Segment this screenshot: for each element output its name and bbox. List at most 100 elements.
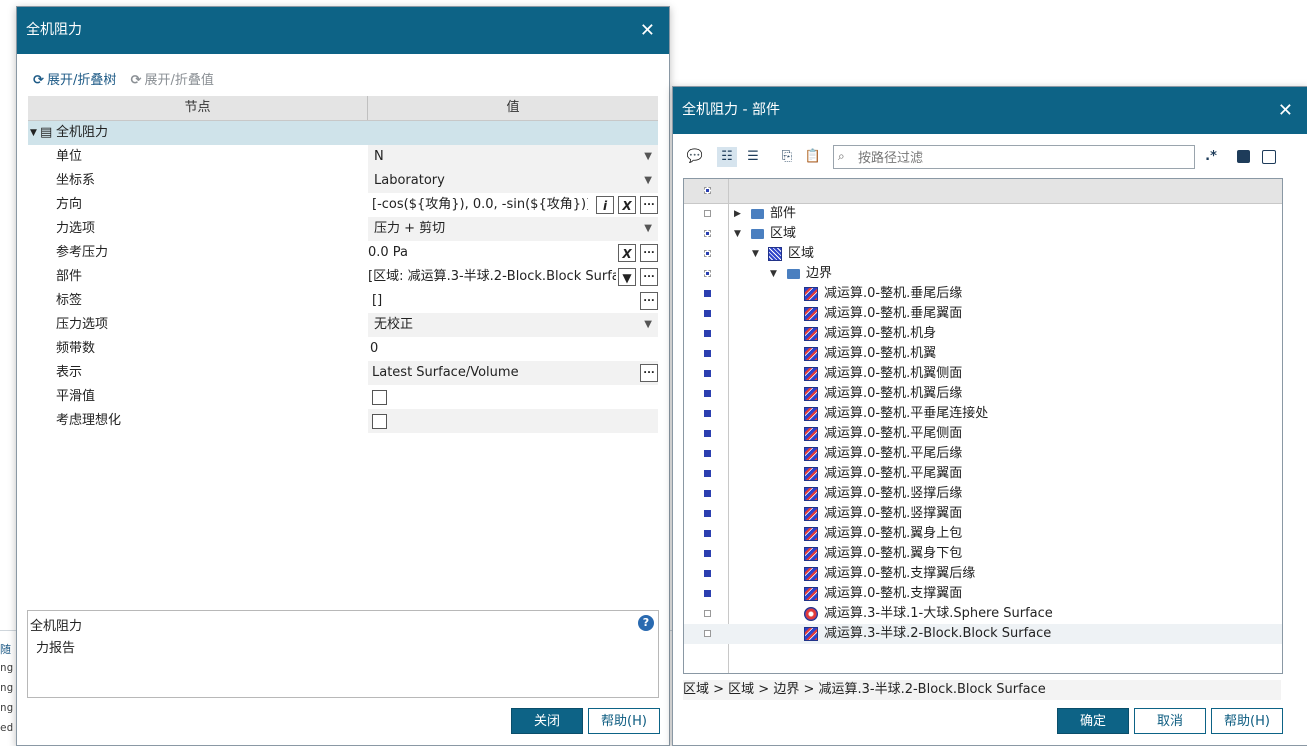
paste-icon[interactable]: 📋 bbox=[803, 147, 823, 167]
tree-node-regions[interactable]: ▼ 区域 bbox=[684, 224, 1282, 244]
ok-button[interactable]: 确定 bbox=[1057, 708, 1129, 734]
cancel-button[interactable]: 取消 bbox=[1134, 708, 1206, 734]
property-row-parts[interactable]: 部件 [区域: 减运算.3-半球.2-Block.Block Surfa ▼ .… bbox=[28, 265, 658, 289]
node-checkbox[interactable] bbox=[704, 350, 711, 357]
close-icon[interactable]: ✕ bbox=[1278, 87, 1293, 134]
boundary-item[interactable]: 减运算.0-整机.机身 bbox=[684, 324, 1282, 344]
boundary-item[interactable]: 减运算.0-整机.平尾侧面 bbox=[684, 424, 1282, 444]
list-view-icon[interactable]: ☰ bbox=[743, 147, 763, 167]
node-checkbox[interactable] bbox=[704, 310, 711, 317]
collapse-arrow-icon[interactable]: ▼ bbox=[770, 264, 777, 284]
node-checkbox[interactable] bbox=[704, 250, 711, 257]
path-filter[interactable]: ⌕ bbox=[833, 145, 1195, 169]
boundary-item[interactable]: 减运算.0-整机.机翼 bbox=[684, 344, 1282, 364]
expression-button[interactable]: X bbox=[618, 196, 636, 214]
node-checkbox[interactable] bbox=[704, 630, 711, 637]
more-button[interactable]: ... bbox=[640, 196, 658, 214]
property-row-idealization[interactable]: 考虑理想化 bbox=[28, 409, 658, 433]
property-row-band-count[interactable]: 频带数 0 bbox=[28, 337, 658, 361]
boundary-item-selected[interactable]: 减运算.3-半球.2-Block.Block Surface bbox=[684, 624, 1282, 644]
node-checkbox[interactable] bbox=[704, 470, 711, 477]
expression-button[interactable]: X bbox=[618, 244, 636, 262]
boundary-item[interactable]: 减运算.3-半球.1-大球.Sphere Surface bbox=[684, 604, 1282, 624]
property-row-coordinate-system[interactable]: 坐标系 Laboratory ▼ bbox=[28, 169, 658, 193]
more-button[interactable]: ... bbox=[640, 268, 658, 286]
pressure-option-select[interactable]: 无校正 ▼ bbox=[368, 313, 658, 337]
smooth-checkbox[interactable] bbox=[372, 390, 387, 405]
boundary-item[interactable]: 减运算.0-整机.平垂尾连接处 bbox=[684, 404, 1282, 424]
more-button[interactable]: ... bbox=[640, 364, 658, 382]
collapse-arrow-icon[interactable]: ▼ bbox=[752, 244, 759, 264]
help-icon[interactable]: ? bbox=[638, 615, 654, 631]
dropdown-arrow-icon[interactable]: ▼ bbox=[644, 313, 652, 337]
tree-node-boundaries[interactable]: ▼ 边界 bbox=[684, 264, 1282, 284]
node-checkbox[interactable] bbox=[704, 590, 711, 597]
node-checkbox[interactable] bbox=[704, 510, 711, 517]
node-checkbox[interactable] bbox=[704, 490, 711, 497]
more-button[interactable]: ... bbox=[640, 244, 658, 262]
close-button[interactable]: 关闭 bbox=[511, 708, 583, 734]
node-checkbox[interactable] bbox=[704, 430, 711, 437]
property-row-force-option[interactable]: 力选项 压力 + 剪切 ▼ bbox=[28, 217, 658, 241]
boundary-item[interactable]: 减运算.0-整机.平尾后缘 bbox=[684, 444, 1282, 464]
node-checkbox[interactable] bbox=[704, 390, 711, 397]
more-button[interactable]: ... bbox=[640, 292, 658, 310]
title-bar[interactable]: 全机阻力 ✕ bbox=[17, 7, 669, 54]
dropdown-arrow-icon[interactable]: ▼ bbox=[644, 217, 652, 241]
title-bar[interactable]: 全机阻力 - 部件 ✕ bbox=[673, 87, 1307, 134]
property-row-direction[interactable]: 方向 [-cos(${攻角}), 0.0, -sin(${攻角})] i X .… bbox=[28, 193, 658, 217]
expand-values-link[interactable]: ⟳ 展开/折叠值 bbox=[131, 69, 214, 88]
node-checkbox[interactable] bbox=[704, 230, 711, 237]
node-checkbox[interactable] bbox=[704, 370, 711, 377]
dropdown-arrow-icon[interactable]: ▼ bbox=[644, 169, 652, 193]
property-row-reference-pressure[interactable]: 参考压力 0.0 Pa X ... bbox=[28, 241, 658, 265]
expand-tree-link[interactable]: ⟳ 展开/折叠树 bbox=[33, 69, 116, 88]
copy-icon[interactable]: ⎘ bbox=[777, 147, 797, 167]
tree-node-region[interactable]: ▼ 区域 bbox=[684, 244, 1282, 264]
property-row-representation[interactable]: 表示 Latest Surface/Volume ... bbox=[28, 361, 658, 385]
boundary-item[interactable]: 减运算.0-整机.支撑翼面 bbox=[684, 584, 1282, 604]
band-count-field[interactable]: 0 bbox=[368, 337, 658, 361]
info-button[interactable]: i bbox=[596, 196, 614, 214]
collapse-arrow-icon[interactable]: ▼ bbox=[734, 224, 741, 244]
column-header-value[interactable]: 值 bbox=[368, 96, 658, 120]
property-row-unit[interactable]: 单位 N ▼ bbox=[28, 145, 658, 169]
force-option-select[interactable]: 压力 + 剪切 ▼ bbox=[368, 217, 658, 241]
node-checkbox[interactable] bbox=[704, 270, 711, 277]
node-checkbox[interactable] bbox=[704, 450, 711, 457]
header-checkbox[interactable] bbox=[704, 187, 711, 194]
property-row-pressure-option[interactable]: 压力选项 无校正 ▼ bbox=[28, 313, 658, 337]
expand-arrow-icon[interactable]: ▶ bbox=[734, 204, 741, 224]
node-checkbox[interactable] bbox=[704, 210, 711, 217]
node-checkbox[interactable] bbox=[704, 330, 711, 337]
boundary-item[interactable]: 减运算.0-整机.翼身下包 bbox=[684, 544, 1282, 564]
boundary-item[interactable]: 减运算.0-整机.竖撑翼面 bbox=[684, 504, 1282, 524]
node-checkbox[interactable] bbox=[704, 410, 711, 417]
dropdown-arrow-icon[interactable]: ▼ bbox=[644, 145, 652, 169]
node-checkbox[interactable] bbox=[704, 530, 711, 537]
boundary-item[interactable]: 减运算.0-整机.翼身上包 bbox=[684, 524, 1282, 544]
regex-toggle[interactable]: .* bbox=[1201, 147, 1221, 167]
help-button[interactable]: 帮助(H) bbox=[588, 708, 660, 734]
boundary-item[interactable]: 减运算.0-整机.平尾翼面 bbox=[684, 464, 1282, 484]
filter-input[interactable] bbox=[856, 148, 1190, 168]
idealization-checkbox[interactable] bbox=[372, 414, 387, 429]
column-header-node[interactable]: 节点 bbox=[28, 96, 367, 120]
coordinate-system-select[interactable]: Laboratory ▼ bbox=[368, 169, 658, 193]
parts-field[interactable]: [区域: 减运算.3-半球.2-Block.Block Surfa ▼ ... bbox=[368, 265, 658, 289]
boundary-item[interactable]: 减运算.0-整机.支撑翼后缘 bbox=[684, 564, 1282, 584]
property-row-tags[interactable]: 标签 [] ... bbox=[28, 289, 658, 313]
boundary-item[interactable]: 减运算.0-整机.垂尾翼面 bbox=[684, 304, 1282, 324]
direction-field[interactable]: [-cos(${攻角}), 0.0, -sin(${攻角})] i X ... bbox=[368, 193, 658, 217]
boundary-item[interactable]: 减运算.0-整机.垂尾后缘 bbox=[684, 284, 1282, 304]
help-button[interactable]: 帮助(H) bbox=[1211, 708, 1283, 734]
comment-icon[interactable]: 💬 bbox=[685, 147, 705, 167]
reference-pressure-field[interactable]: 0.0 Pa X ... bbox=[368, 241, 658, 265]
node-checkbox[interactable] bbox=[704, 570, 711, 577]
representation-field[interactable]: Latest Surface/Volume ... bbox=[368, 361, 658, 385]
tags-field[interactable]: [] ... bbox=[368, 289, 658, 313]
node-checkbox[interactable] bbox=[704, 610, 711, 617]
filter-button[interactable]: ▼ bbox=[618, 268, 636, 286]
boundary-item[interactable]: 减运算.0-整机.竖撑后缘 bbox=[684, 484, 1282, 504]
node-checkbox[interactable] bbox=[704, 290, 711, 297]
